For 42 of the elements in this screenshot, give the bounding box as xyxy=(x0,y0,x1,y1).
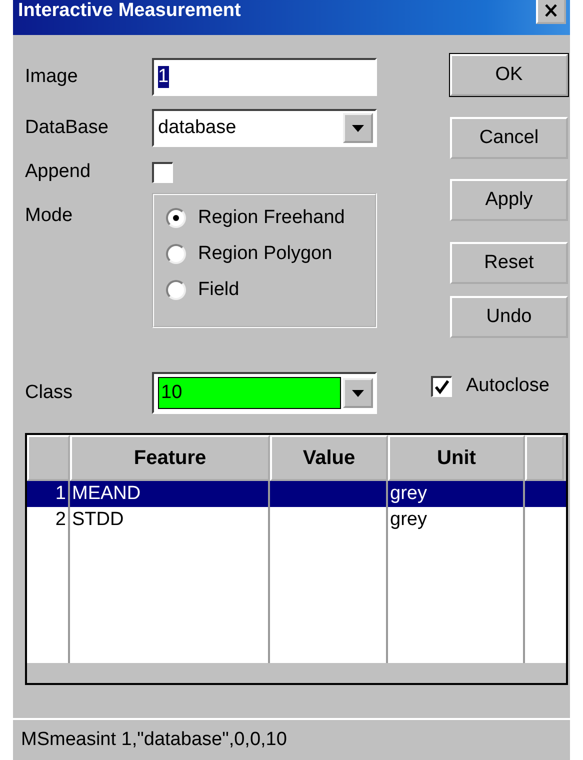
column-header-empty xyxy=(525,435,564,481)
append-checkbox[interactable] xyxy=(152,162,173,182)
class-label: Class xyxy=(25,382,74,404)
dialog-button[interactable]: Apply xyxy=(450,179,568,221)
column-header[interactable]: Unit xyxy=(388,435,525,481)
radio-label: Region Freehand xyxy=(198,207,345,229)
table-cell: STDD xyxy=(70,507,270,533)
database-dropdown[interactable]: database xyxy=(152,109,377,147)
dialog-button[interactable]: OK xyxy=(450,54,568,96)
radio-option[interactable]: Region Freehand xyxy=(166,207,375,229)
table-cell: grey xyxy=(388,481,525,507)
database-label: DataBase xyxy=(25,117,110,139)
status-text: MSmeasint 1,"database",0,0,10 xyxy=(21,729,287,751)
row-number: 1 xyxy=(27,481,70,507)
radio-label: Field xyxy=(198,279,240,301)
radio-button[interactable] xyxy=(166,280,186,300)
table-row[interactable]: 1 MEAND grey xyxy=(27,481,566,507)
mode-label: Mode xyxy=(25,205,74,227)
row-header-cell xyxy=(27,435,70,481)
radio-option[interactable]: Region Polygon xyxy=(166,243,375,265)
image-input[interactable]: 1 xyxy=(152,58,377,96)
close-button[interactable] xyxy=(536,0,566,24)
autoclose-checkbox[interactable] xyxy=(431,376,452,396)
append-label: Append xyxy=(25,161,92,183)
dialog-button[interactable]: Reset xyxy=(450,242,568,284)
table-cell: grey xyxy=(388,507,525,533)
window-title: Interactive Measurement xyxy=(18,0,241,22)
radio-button[interactable] xyxy=(166,208,186,228)
radio-button[interactable] xyxy=(166,244,186,264)
column-header[interactable]: Feature xyxy=(70,435,270,481)
table-row[interactable]: 2 STDD grey xyxy=(27,507,566,533)
radio-option[interactable]: Field xyxy=(166,279,375,301)
column-header[interactable]: Value xyxy=(270,435,388,481)
table-cell: MEAND xyxy=(70,481,270,507)
row-number: 2 xyxy=(27,507,70,533)
image-label: Image xyxy=(25,66,79,88)
close-icon xyxy=(544,4,558,17)
autoclose-label: Autoclose xyxy=(466,375,550,397)
dialog-button[interactable]: Undo xyxy=(450,296,568,338)
dialog-button[interactable]: Cancel xyxy=(450,117,568,159)
class-dropdown[interactable]: 10 xyxy=(152,372,377,414)
radio-label: Region Polygon xyxy=(198,243,332,265)
